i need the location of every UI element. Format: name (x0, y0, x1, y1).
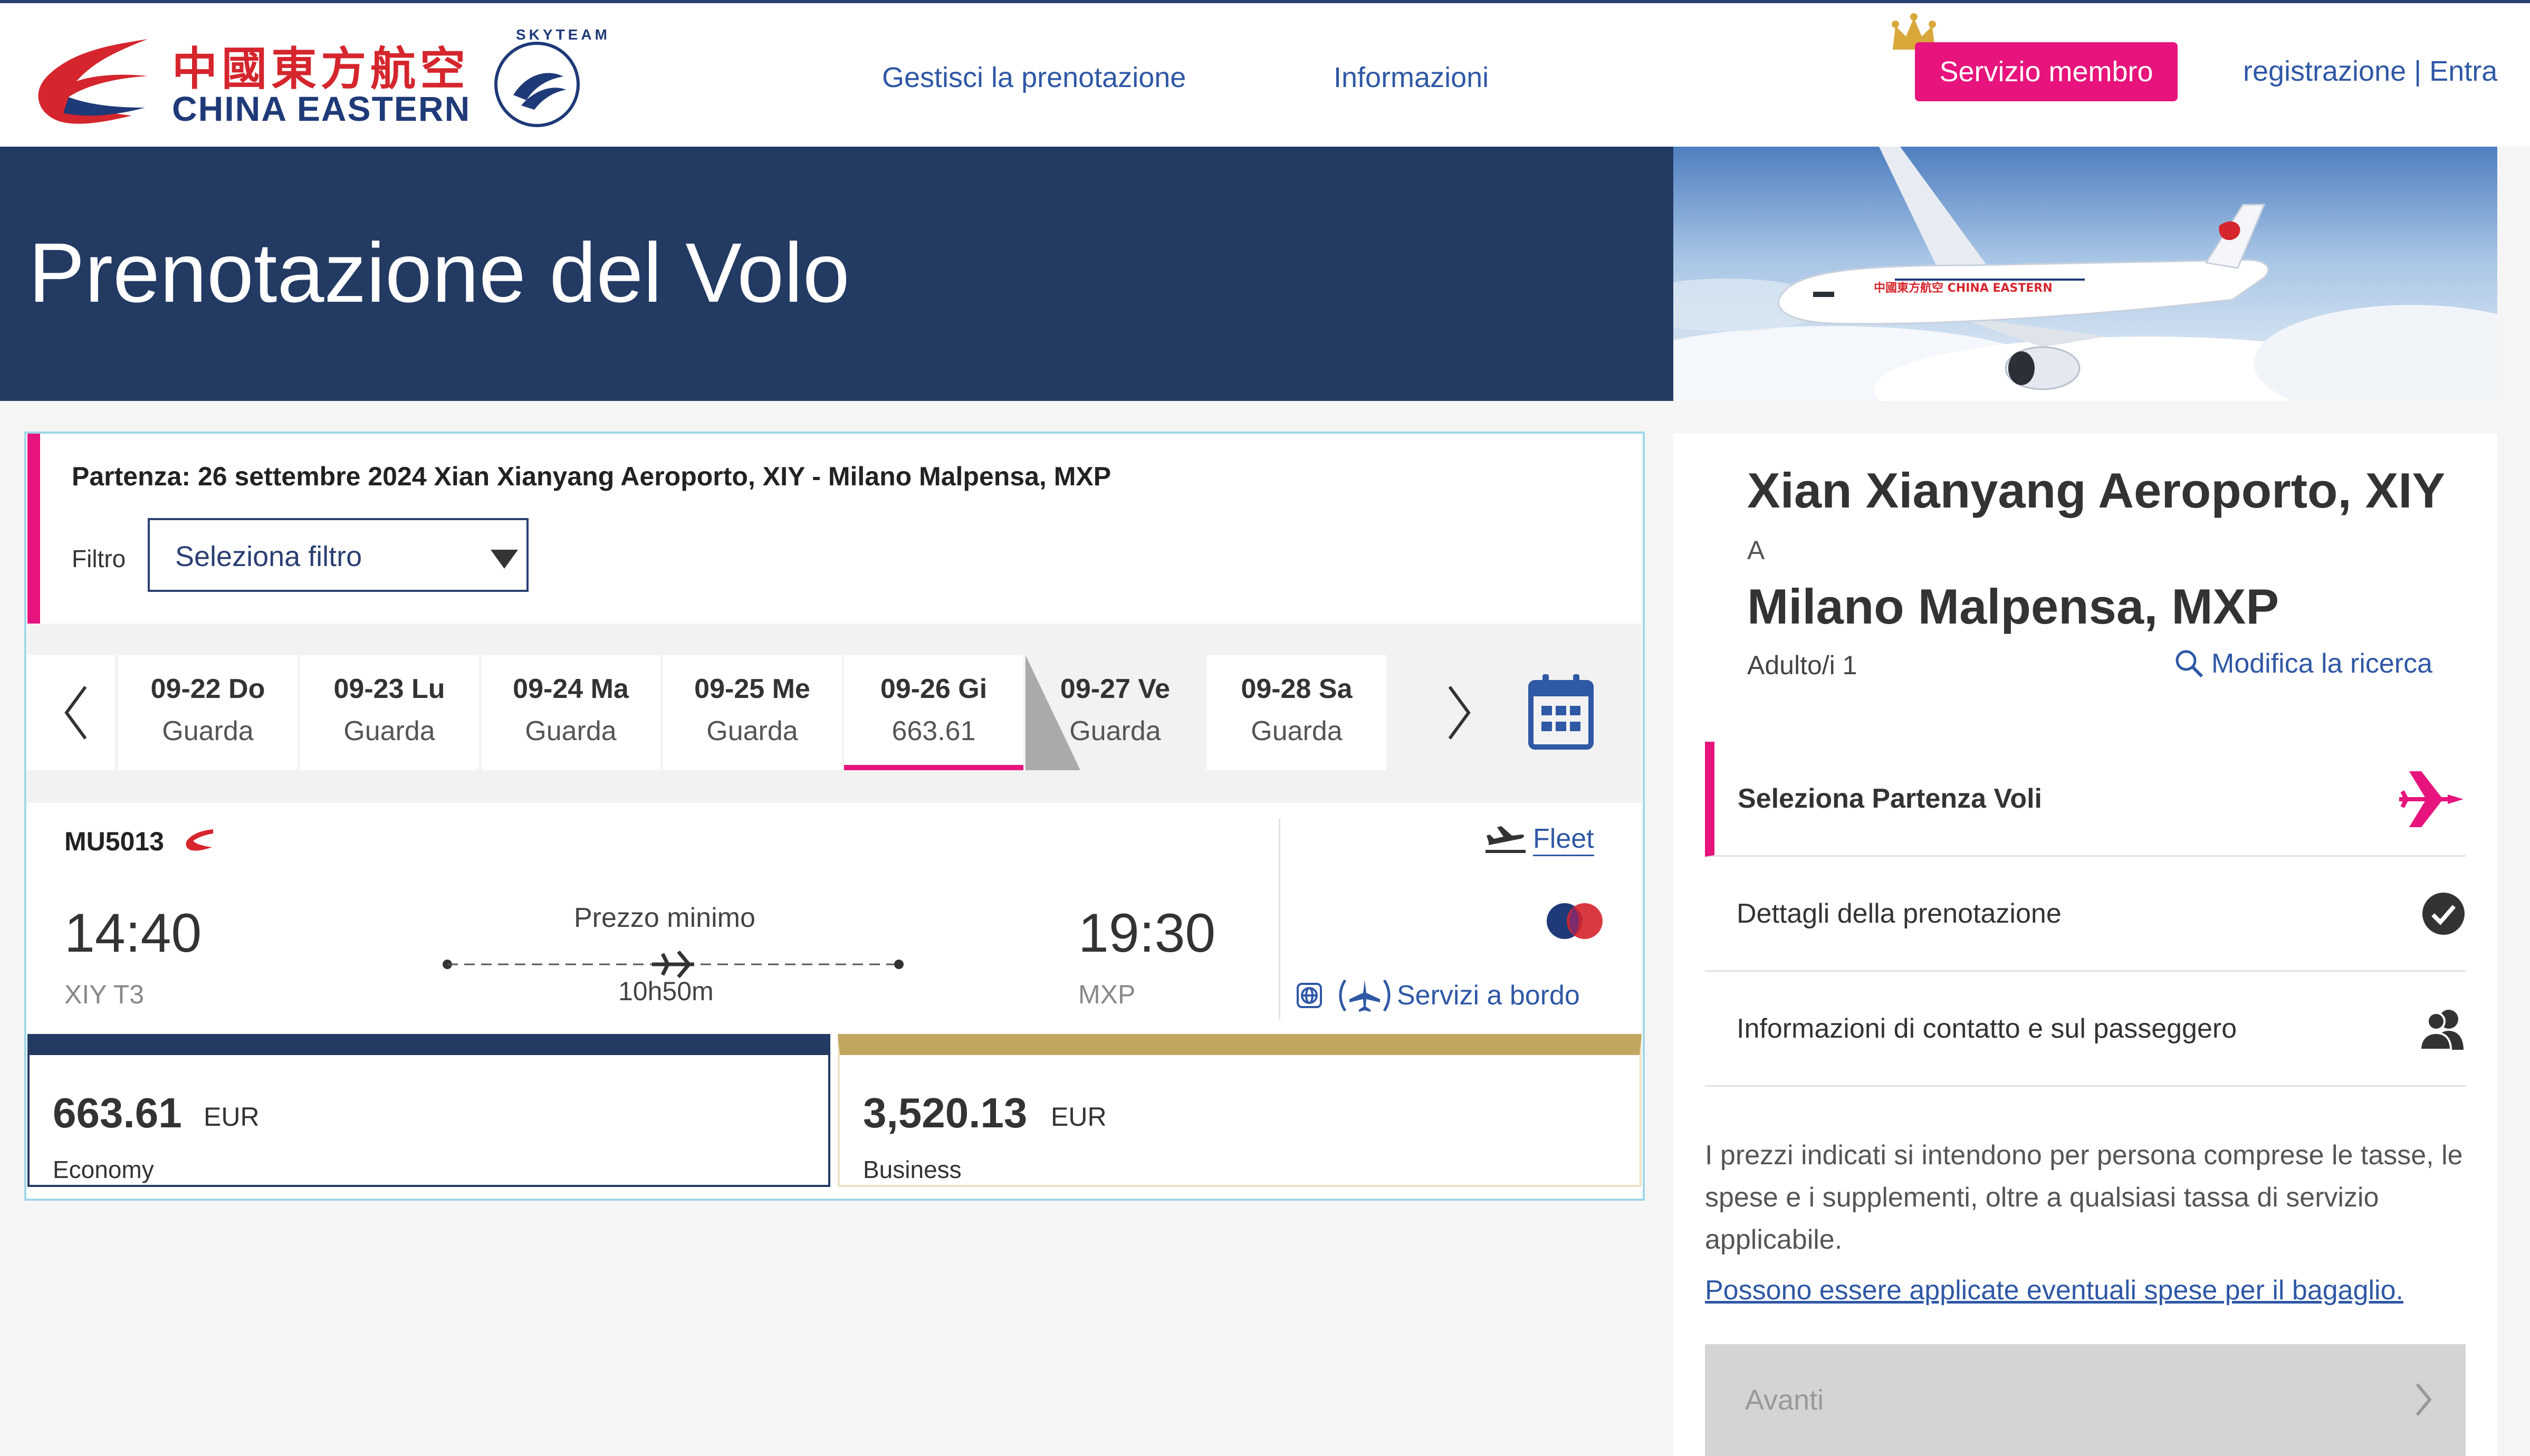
vertical-divider (1279, 819, 1280, 1019)
fare-cabin: Economy (53, 1156, 154, 1183)
airline-logo-icon (183, 827, 214, 855)
logo-english-text: CHINA EASTERN (172, 89, 471, 128)
modify-search-link[interactable]: Modifica la ricerca (2173, 648, 2432, 679)
next-dates-button[interactable] (1418, 655, 1506, 770)
date-label: 09-23 Lu (333, 674, 445, 704)
price-note: I prezzi indicati si intendono per perso… (1705, 1140, 2463, 1255)
date-tab-0924[interactable]: 09-24 Ma Guarda (481, 655, 660, 770)
fare-business[interactable]: 3,520.13 EUR Business (838, 1034, 1642, 1187)
skyteam-text: SKYTEAM (516, 26, 610, 43)
wifi-globe-icon (1297, 983, 1322, 1008)
codeshare-logo-icon (1544, 900, 1606, 945)
fare-amount: 663.61 (53, 1089, 182, 1136)
date-label: 09-25 Me (694, 674, 810, 704)
date-price: Guarda (706, 716, 798, 746)
member-service-button[interactable]: Servizio membro (1915, 42, 2178, 101)
filter-select[interactable]: Seleziona filtro (148, 518, 529, 592)
filter-label: Filtro (72, 545, 126, 572)
date-tab-0922[interactable]: 09-22 Do Guarda (118, 655, 298, 770)
date-tab-0928[interactable]: 09-28 Sa Guarda (1207, 655, 1386, 770)
date-tab-0927[interactable]: 09-27 Ve Guarda (1026, 655, 1205, 770)
skyteam-logo: SKYTEAM (484, 26, 607, 132)
nav-information[interactable]: Informazioni (1334, 61, 1489, 94)
plane-livery-text: 中國東方航空 CHINA EASTERN (1874, 281, 2053, 295)
fare-currency: EUR (1051, 1102, 1107, 1132)
origin-airport: Xian Xianyang Aeroporto, XIY (1747, 463, 2446, 518)
fleet-link[interactable]: Fleet (1483, 823, 1594, 856)
airplane-icon (2399, 771, 2464, 827)
chevron-left-icon (64, 686, 87, 740)
fare-economy[interactable]: 663.61 EUR Economy (27, 1034, 830, 1187)
step-booking-details: Dettagli della prenotazione (1705, 857, 2466, 972)
next-button[interactable]: Avanti (1705, 1344, 2466, 1456)
step-label: Dettagli della prenotazione (1737, 898, 2062, 929)
baggage-fees-link[interactable]: Possono essere applicate eventuali spese… (1705, 1275, 2403, 1306)
fare-currency: EUR (204, 1102, 260, 1132)
date-price: 663.61 (892, 716, 976, 746)
step-contact-passenger: Informazioni di contatto e sul passegger… (1705, 972, 2466, 1087)
filter-select-value: Seleziona filtro (175, 541, 362, 572)
date-price: Guarda (525, 716, 617, 746)
destination-airport: Milano Malpensa, MXP (1747, 579, 2279, 634)
fleet-label: Fleet (1533, 823, 1594, 856)
flight-number: MU5013 (64, 827, 164, 856)
next-button-label: Avanti (1745, 1384, 1824, 1416)
lowest-price-label: Prezzo minimo (574, 903, 755, 933)
date-tab-0925[interactable]: 09-25 Me Guarda (663, 655, 842, 770)
chevron-right-icon (1448, 686, 1471, 740)
check-circle-icon (2422, 893, 2465, 935)
date-label: 09-27 Ve (1060, 674, 1171, 704)
date-label: 09-26 Gi (880, 674, 988, 704)
date-price: Guarda (162, 716, 254, 746)
date-tab-0923[interactable]: 09-23 Lu Guarda (300, 655, 479, 770)
register-login-link[interactable]: registrazione | Entra (2243, 55, 2497, 88)
departure-airport: XIY T3 (64, 980, 145, 1009)
date-tab-0926-selected[interactable]: 09-26 Gi 663.61 (844, 655, 1023, 770)
logo-chinese-text: 中國東方航空 (172, 43, 469, 95)
nav-manage-booking[interactable]: Gestisci la prenotazione (882, 61, 1186, 94)
arrival-airport: MXP (1078, 980, 1136, 1009)
onboard-services-label: Servizi a bordo (1397, 980, 1580, 1011)
date-label: 09-22 Do (150, 674, 265, 704)
passenger-count: Adulto/i 1 (1747, 650, 1857, 680)
flight-duration: 10h50m (618, 976, 714, 1006)
date-label: 09-24 Ma (513, 674, 629, 704)
step-select-departure: Seleziona Partenza Voli (1705, 742, 2466, 857)
airplane-photo: 中國東方航空 CHINA EASTERN (1673, 147, 2497, 401)
search-icon (2176, 650, 2203, 678)
departure-line: Partenza: 26 settembre 2024 Xian Xianyan… (72, 462, 1111, 491)
date-price: Guarda (1069, 716, 1161, 746)
arrival-time: 19:30 (1078, 903, 1216, 964)
page-title: Prenotazione del Volo (28, 225, 850, 320)
route-to-label: A (1747, 535, 1765, 565)
departure-time: 14:40 (64, 903, 202, 964)
step-label: Informazioni di contatto e sul passegger… (1737, 1013, 2237, 1044)
plane-takeoff-icon (1486, 826, 1526, 853)
onboard-services-link[interactable]: Servizi a bordo (1296, 977, 1580, 1014)
airplane-service-icon (1339, 979, 1391, 1012)
passengers-icon (2419, 1010, 2464, 1051)
prev-dates-button[interactable] (27, 655, 115, 770)
modify-search-label: Modifica la ricerca (2211, 648, 2433, 679)
date-price: Guarda (1251, 716, 1343, 746)
date-label: 09-28 Sa (1241, 674, 1353, 704)
chevron-right-icon (2416, 1383, 2432, 1416)
step-label: Seleziona Partenza Voli (1738, 783, 2043, 814)
calendar-icon[interactable] (1528, 672, 1594, 753)
swallow-logo-icon (38, 39, 148, 124)
dropdown-triangle-icon (491, 550, 518, 569)
fare-cabin: Business (863, 1156, 962, 1183)
date-price: Guarda (343, 716, 435, 746)
fare-amount: 3,520.13 (863, 1089, 1028, 1136)
